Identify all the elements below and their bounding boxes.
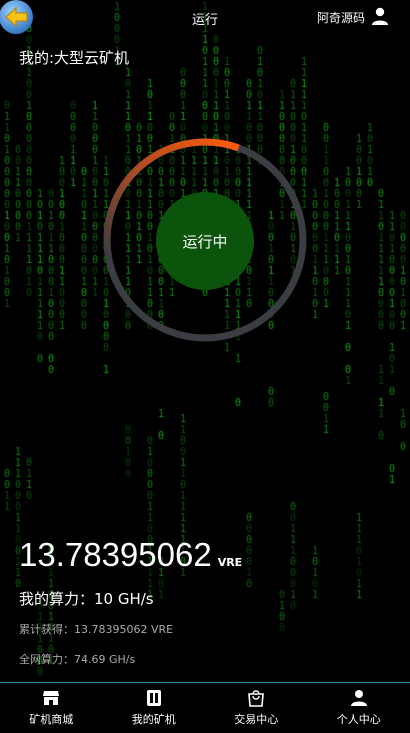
user-icon[interactable]: [370, 6, 390, 26]
total-earned: 累计获得：13.78395062 VRE: [19, 621, 173, 637]
tab-label: 我的矿机: [132, 711, 176, 727]
header: 运行 阿奇源码: [0, 0, 410, 34]
store-icon: [42, 689, 60, 707]
tab-label: 交易中心: [234, 711, 278, 727]
tab-profile[interactable]: 个人中心: [308, 683, 410, 733]
miner-name: 我的:大型云矿机: [19, 47, 129, 68]
balance-value: 13.78395062: [19, 536, 212, 573]
my-hashrate: 我的算力：10 GH/s: [19, 588, 154, 609]
tab-label: 个人中心: [337, 711, 381, 727]
miner-icon: [145, 689, 163, 707]
bottom-tabbar: 矿机商城 我的矿机 交易中心 个人中心: [0, 682, 410, 733]
person-icon: [350, 689, 368, 707]
shopping-bag-icon: [247, 689, 265, 707]
balance: 13.78395062 VRE: [19, 536, 242, 574]
network-hashrate: 全网算力：74.69 GH/s: [19, 651, 135, 667]
tab-label: 矿机商城: [29, 711, 73, 727]
tab-store[interactable]: 矿机商城: [0, 683, 103, 733]
tab-trading[interactable]: 交易中心: [205, 683, 308, 733]
status-ring: 运行中: [101, 136, 309, 344]
status-indicator: 运行中: [156, 192, 254, 290]
balance-unit: VRE: [218, 556, 243, 569]
brand-label: 阿奇源码: [317, 9, 365, 26]
tab-my-miners[interactable]: 我的矿机: [103, 683, 206, 733]
